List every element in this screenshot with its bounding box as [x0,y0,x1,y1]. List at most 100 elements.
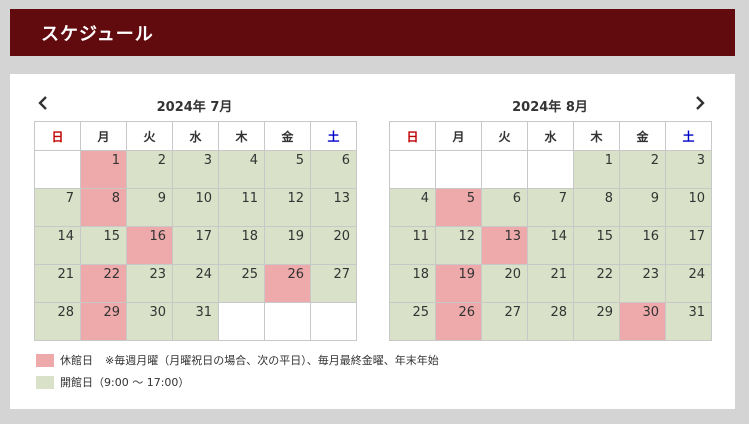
day-number: 27 [504,305,521,320]
calendar-day-closed: 5 [435,188,482,227]
calendar-day-open: 11 [218,188,265,227]
calendar-day-open: 23 [619,264,666,303]
calendar-day-open: 14 [527,226,574,265]
day-number: 20 [504,267,521,282]
calendar-week-row: 14 15 16 17 18 19 20 [34,226,357,265]
day-number: 28 [57,305,74,320]
day-number: 14 [550,229,567,244]
day-number: 30 [642,305,659,320]
page-title: スケジュール [41,24,154,45]
calendar-day-open: 31 [665,302,712,341]
calendar-day-closed: 8 [80,188,127,227]
calendar-day-empty [34,150,81,189]
day-number: 29 [103,305,120,320]
calendar-day-open: 1 [573,150,620,189]
calendar-day-open: 12 [435,226,482,265]
calendar-day-open: 20 [310,226,357,265]
day-number: 12 [287,191,304,206]
calendar-day-closed: 29 [80,302,127,341]
calendar-day-empty [218,302,265,341]
calendar-day-open: 18 [389,264,436,303]
day-number: 22 [103,267,120,282]
calendar-august: 日月火水木金土 1 2 3 4 5 6 7 8 9 10 11 12 13 14 15 16 17 18 19 20 2… [389,121,712,341]
calendar-day-open: 9 [619,188,666,227]
calendar-day-open: 17 [172,226,219,265]
calendar-day-empty [527,150,574,189]
calendar-day-closed: 1 [80,150,127,189]
calendar-day-open: 6 [481,188,528,227]
day-number: 13 [504,229,521,244]
calendar-day-open: 16 [619,226,666,265]
calendar-day-open: 20 [481,264,528,303]
calendar-day-open: 10 [172,188,219,227]
calendar-day-open: 3 [172,150,219,189]
calendar-week-row: 1 2 3 4 5 6 [34,150,357,189]
day-number: 15 [103,229,120,244]
day-number: 16 [642,229,659,244]
calendar-day-open: 9 [126,188,173,227]
calendar-day-closed: 13 [481,226,528,265]
day-number: 7 [558,191,567,206]
weekday-header: 日 [34,121,81,151]
day-number: 1 [111,153,120,168]
day-number: 12 [458,229,475,244]
legend-open-label: 開館日（9:00 ～ 17:00） [60,376,190,389]
day-number: 18 [241,229,258,244]
calendar-week-row: 18 19 20 21 22 23 24 [389,264,712,303]
calendar-day-open: 28 [34,302,81,341]
calendar-day-closed: 19 [435,264,482,303]
day-number: 5 [295,153,304,168]
calendar-day-open: 15 [80,226,127,265]
day-number: 6 [341,153,350,168]
calendar-day-closed: 16 [126,226,173,265]
day-number: 17 [688,229,705,244]
day-number: 5 [466,191,475,206]
weekday-header: 水 [527,121,574,151]
calendar-day-open: 14 [34,226,81,265]
day-number: 2 [157,153,166,168]
day-number: 3 [696,153,705,168]
day-number: 8 [604,191,613,206]
calendar-day-closed: 30 [619,302,666,341]
page-header: スケジュール [10,9,735,56]
weekday-header: 土 [665,121,712,151]
calendar-day-open: 29 [573,302,620,341]
calendar-day-open: 25 [389,302,436,341]
day-number: 23 [149,267,166,282]
day-number: 8 [111,191,120,206]
calendar-day-open: 10 [665,188,712,227]
calendar-day-closed: 26 [435,302,482,341]
calendar-day-open: 5 [264,150,311,189]
day-number: 13 [333,191,350,206]
calendar-week-row: 4 5 6 7 8 9 10 [389,188,712,227]
month-title-august: 2024年 8月 [512,100,588,115]
day-number: 4 [249,153,258,168]
calendar-day-open: 11 [389,226,436,265]
day-number: 16 [149,229,166,244]
calendar-day-open: 24 [172,264,219,303]
calendar-week-row: 25 26 27 28 29 30 31 [389,302,712,341]
weekday-header: 月 [435,121,482,151]
calendar-day-open: 18 [218,226,265,265]
day-number: 14 [57,229,74,244]
weekday-header: 金 [619,121,666,151]
calendar-day-open: 17 [665,226,712,265]
calendar-day-open: 30 [126,302,173,341]
calendar-day-open: 31 [172,302,219,341]
day-number: 7 [65,191,74,206]
day-number: 9 [157,191,166,206]
weekday-header: 金 [264,121,311,151]
weekday-header: 日 [389,121,436,151]
day-number: 31 [688,305,705,320]
day-number: 26 [287,267,304,282]
calendar-day-open: 2 [126,150,173,189]
calendar-day-open: 7 [527,188,574,227]
weekday-header: 火 [481,121,528,151]
day-number: 4 [420,191,429,206]
day-number: 10 [195,191,212,206]
day-number: 2 [650,153,659,168]
calendar-day-open: 6 [310,150,357,189]
calendar-day-empty [481,150,528,189]
calendar-day-empty [435,150,482,189]
day-number: 21 [550,267,567,282]
